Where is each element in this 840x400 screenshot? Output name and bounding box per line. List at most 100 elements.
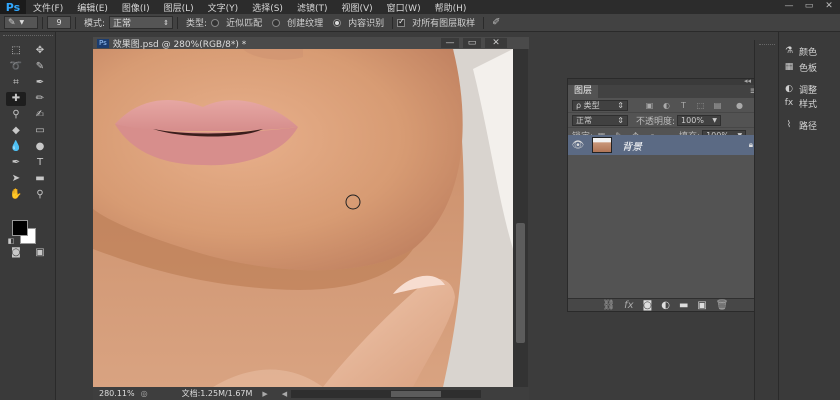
document-status-bar: 280.11% ◎ 文档:1.25M/1.67M ▶ ◀ bbox=[93, 387, 529, 400]
scroll-left-icon[interactable]: ◀ bbox=[282, 390, 287, 398]
type-tool-icon[interactable]: T bbox=[30, 156, 50, 170]
sample-all-layers-label: 对所有图层取样 bbox=[412, 19, 476, 29]
menu-layer[interactable]: 图层(L) bbox=[157, 1, 201, 14]
filter-adjustment-icon[interactable]: ◐ bbox=[661, 101, 672, 110]
hand-tool-icon[interactable]: ✋ bbox=[6, 188, 26, 202]
opacity-field[interactable]: 100% ▼ bbox=[677, 114, 722, 126]
history-brush-tool-icon[interactable]: ✍ bbox=[30, 108, 50, 122]
status-menu-arrow-icon[interactable]: ▶ bbox=[262, 390, 267, 398]
menu-select[interactable]: 选择(S) bbox=[245, 1, 290, 14]
dock-swatches[interactable]: ▦ 色板 bbox=[779, 60, 840, 74]
pressure-size-icon[interactable]: ✐ bbox=[492, 17, 500, 28]
spot-healing-tool-icon[interactable]: ✚ bbox=[6, 92, 26, 106]
gradient-tool-icon[interactable]: ▭ bbox=[30, 124, 50, 138]
eraser-tool-icon[interactable]: ◆ bbox=[6, 124, 26, 138]
screen-mode-icon[interactable]: ▣ bbox=[30, 246, 50, 260]
layer-name[interactable]: 背景 bbox=[622, 138, 642, 153]
dock-adjustments-label: 调整 bbox=[799, 85, 818, 96]
move-tool-icon[interactable]: ✥ bbox=[30, 44, 50, 58]
collapse-panel-icon[interactable]: ◂◂ bbox=[744, 77, 751, 85]
layer-filter-dropdown[interactable]: ρ 类型 ⇕ bbox=[572, 99, 628, 111]
document-canvas[interactable] bbox=[93, 49, 513, 387]
dock-styles[interactable]: fx 样式 bbox=[779, 96, 840, 110]
dock-color[interactable]: ⚗ 颜色 bbox=[779, 44, 840, 58]
link-layers-icon[interactable]: ⛓ bbox=[602, 300, 615, 311]
menu-help[interactable]: 帮助(H) bbox=[428, 1, 474, 14]
clone-stamp-tool-icon[interactable]: ⚲ bbox=[6, 108, 26, 122]
lasso-tool-icon[interactable]: ➰ bbox=[6, 60, 26, 74]
chevron-updown-icon: ⇕ bbox=[617, 115, 624, 125]
paths-icon: ⌇ bbox=[786, 120, 792, 130]
radio-create-texture[interactable] bbox=[272, 18, 281, 27]
dock-paths[interactable]: ⌇ 路径 bbox=[779, 118, 840, 132]
path-select-tool-icon[interactable]: ➤ bbox=[6, 172, 26, 186]
sample-all-layers-checkbox[interactable] bbox=[397, 17, 406, 27]
new-layer-icon[interactable]: ▣ bbox=[697, 300, 706, 311]
dock-color-label: 颜色 bbox=[799, 47, 818, 58]
app-close-button[interactable]: ✕ bbox=[822, 1, 836, 12]
document-tab[interactable]: Ps 效果图.psd @ 280%(RGB/8*) * — ▭ ✕ bbox=[93, 37, 529, 50]
quick-select-tool-icon[interactable]: ✎ bbox=[30, 60, 50, 74]
zoom-tool-icon[interactable]: ⚲ bbox=[30, 188, 50, 202]
menu-edit[interactable]: 编辑(E) bbox=[70, 1, 115, 14]
app-minimize-button[interactable]: — bbox=[782, 1, 796, 12]
collapsed-dock-strip bbox=[754, 40, 778, 400]
pen-tool-icon[interactable]: ✒ bbox=[6, 156, 26, 170]
menu-filter[interactable]: 滤镜(T) bbox=[290, 1, 335, 14]
lock-icon: 🔒︎ bbox=[748, 140, 753, 149]
tools-grip[interactable] bbox=[3, 35, 53, 38]
layer-style-icon[interactable]: fx bbox=[624, 300, 633, 311]
delete-layer-icon[interactable]: 🗑︎ bbox=[716, 300, 729, 311]
scrollbar-thumb[interactable] bbox=[516, 223, 525, 343]
blend-opacity-row: 正常 ⇕ 不透明度: 100% ▼ bbox=[568, 113, 763, 128]
status-info-icon[interactable]: ◎ bbox=[141, 389, 148, 398]
blend-mode-value: 正常 bbox=[576, 115, 592, 125]
horizontal-scroll-thumb[interactable] bbox=[391, 390, 442, 397]
radio-content-aware[interactable] bbox=[333, 18, 342, 27]
menu-view[interactable]: 视图(V) bbox=[334, 1, 379, 14]
horizontal-scrollbar[interactable] bbox=[291, 389, 482, 398]
layer-thumbnail bbox=[592, 137, 612, 153]
filter-smart-object-icon[interactable]: ▤ bbox=[712, 101, 723, 110]
chevron-down-icon: ▼ bbox=[19, 19, 25, 26]
mode-dropdown[interactable]: 正常 ⇕ bbox=[109, 16, 174, 29]
doc-maximize-button[interactable]: ▭ bbox=[463, 38, 481, 48]
eyedropper-tool-icon[interactable]: ✒ bbox=[30, 76, 50, 90]
app-maximize-button[interactable]: ▭ bbox=[802, 1, 816, 12]
document-title: 效果图.psd @ 280%(RGB/8*) * bbox=[112, 39, 247, 50]
brush-tool-icon[interactable]: ✏ bbox=[30, 92, 50, 106]
quick-mask-icon[interactable]: ◙ bbox=[6, 246, 26, 260]
rectangle-tool-icon[interactable]: ▬ bbox=[30, 172, 50, 186]
radio-proximity-match[interactable] bbox=[211, 18, 220, 27]
marquee-tool-icon[interactable]: ⬚ bbox=[6, 44, 26, 58]
doc-minimize-button[interactable]: — bbox=[441, 38, 459, 48]
filter-type-icon[interactable]: T bbox=[678, 101, 689, 110]
add-mask-icon[interactable]: ◙ bbox=[643, 300, 653, 311]
dock-adjustments[interactable]: ◐ 调整 bbox=[779, 82, 840, 96]
menu-image[interactable]: 图像(I) bbox=[115, 1, 157, 14]
vertical-scrollbar[interactable] bbox=[513, 49, 528, 387]
doc-close-button[interactable]: ✕ bbox=[485, 38, 507, 48]
zoom-level[interactable]: 280.11% bbox=[99, 389, 135, 398]
radio-proximity-match-label: 近似匹配 bbox=[226, 19, 263, 29]
brush-size-picker[interactable]: 9 bbox=[47, 16, 71, 29]
eye-icon[interactable]: 👁︎ bbox=[568, 140, 588, 151]
crop-tool-icon[interactable]: ⌗ bbox=[6, 76, 26, 90]
menu-file[interactable]: 文件(F) bbox=[26, 1, 70, 14]
menu-window[interactable]: 窗口(W) bbox=[380, 1, 428, 14]
filter-shape-icon[interactable]: ⬚ bbox=[695, 101, 706, 110]
filter-pixel-icon[interactable]: ▣ bbox=[644, 101, 655, 110]
foreground-color-swatch[interactable] bbox=[12, 220, 28, 236]
filter-toggle-icon[interactable]: ● bbox=[734, 101, 745, 110]
menu-type[interactable]: 文字(Y) bbox=[201, 1, 246, 14]
blend-mode-dropdown[interactable]: 正常 ⇕ bbox=[572, 114, 628, 126]
new-adjustment-icon[interactable]: ◐ bbox=[661, 300, 670, 311]
blur-tool-icon[interactable]: 💧 bbox=[6, 140, 26, 154]
dock-paths-label: 路径 bbox=[799, 121, 818, 132]
dock-strip-grip[interactable] bbox=[759, 44, 775, 45]
layer-row-background[interactable]: 👁︎ 背景 🔒︎ bbox=[568, 135, 763, 155]
dodge-tool-icon[interactable]: ● bbox=[30, 140, 50, 154]
tab-layers[interactable]: 图层 bbox=[568, 85, 599, 98]
new-group-icon[interactable]: ▬ bbox=[679, 300, 688, 311]
tool-preset-picker[interactable]: ✎ ▼ bbox=[4, 16, 38, 29]
